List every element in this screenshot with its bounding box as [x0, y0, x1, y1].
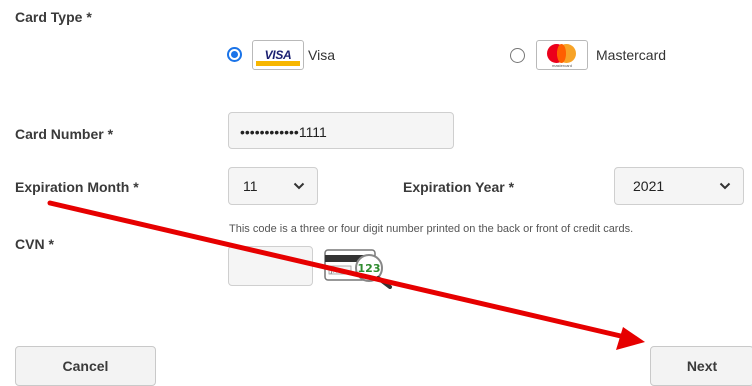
expiration-month-select[interactable]: 11 — [228, 167, 318, 205]
visa-option[interactable]: VISA Visa — [227, 40, 357, 70]
cancel-button[interactable]: Cancel — [15, 346, 156, 386]
next-button[interactable]: Next — [650, 346, 752, 386]
expiration-year-value: 2021 — [633, 178, 665, 194]
expiration-year-label: Expiration Year * — [403, 179, 515, 195]
cvn-card-icon: J. bot 123 — [324, 247, 396, 289]
cvn-input[interactable] — [228, 246, 313, 286]
mastercard-option[interactable]: mastercard Mastercard — [510, 40, 680, 70]
expiration-year-select[interactable]: 2021 — [614, 167, 744, 205]
svg-text:123: 123 — [358, 262, 381, 275]
cvn-label: CVN * — [15, 236, 54, 252]
mastercard-logo-icon: mastercard — [536, 40, 588, 70]
chevron-down-icon — [719, 182, 731, 190]
visa-logo-icon: VISA — [252, 40, 304, 70]
mastercard-radio[interactable] — [510, 48, 525, 63]
cvn-hint: This code is a three or four digit numbe… — [229, 223, 634, 235]
next-button-label: Next — [686, 358, 718, 374]
card-number-value: ••••••••••••1111 — [240, 124, 327, 140]
mastercard-label: Mastercard — [596, 47, 667, 63]
card-number-label: Card Number * — [15, 126, 114, 142]
expiration-month-label: Expiration Month * — [15, 179, 139, 195]
expiration-month-value: 11 — [243, 178, 258, 194]
svg-text:J. bot: J. bot — [330, 269, 344, 275]
visa-radio[interactable] — [227, 47, 242, 62]
cancel-button-label: Cancel — [62, 358, 109, 374]
card-type-label: Card Type * — [15, 9, 92, 25]
card-number-input[interactable]: ••••••••••••1111 — [228, 112, 454, 149]
visa-label: Visa — [308, 47, 335, 63]
chevron-down-icon — [293, 182, 305, 190]
